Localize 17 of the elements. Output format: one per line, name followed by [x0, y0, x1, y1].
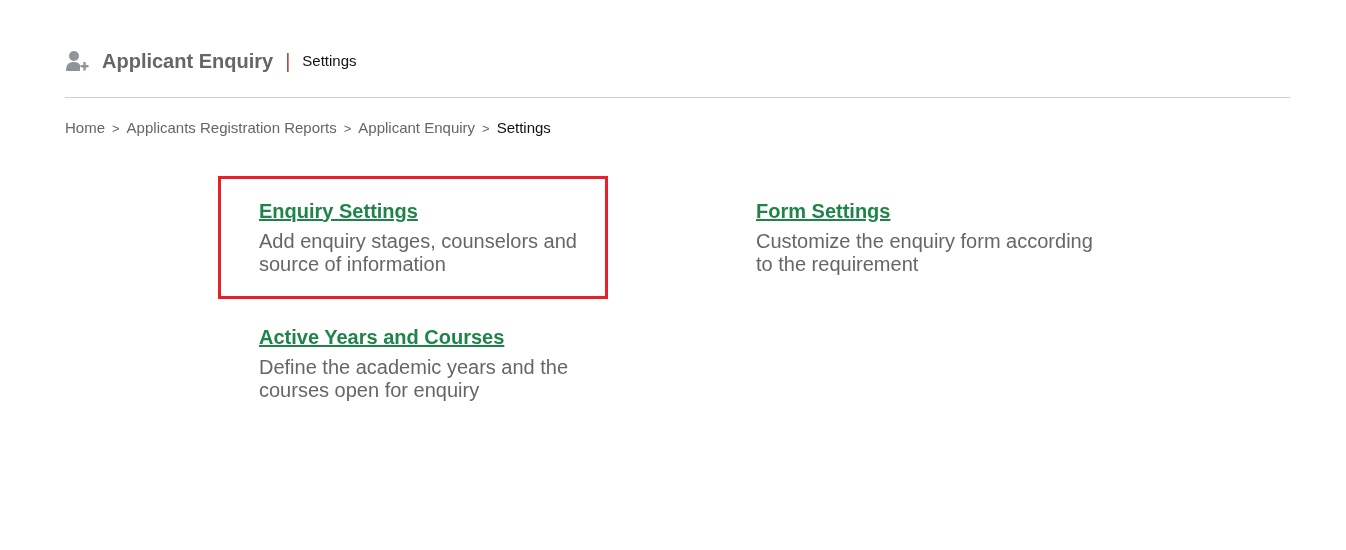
breadcrumb-current: Settings — [496, 118, 551, 138]
settings-link[interactable]: Form Settings — [756, 199, 891, 222]
breadcrumb-separator: > — [343, 119, 352, 138]
breadcrumb-separator: > — [112, 119, 120, 138]
breadcrumb-link[interactable]: Applicants Registration Reports — [126, 117, 337, 140]
settings-link[interactable]: Enquiry Settings — [259, 199, 418, 222]
settings-link[interactable]: Active Years and Courses — [259, 325, 505, 348]
user-add-icon — [65, 50, 89, 72]
settings-description: Add enquiry stages, counselors and source of information — [259, 229, 578, 276]
settings-description: Customize the enquiry form according to the requirement — [756, 229, 1094, 276]
title-divider: | — [285, 51, 291, 71]
breadcrumb-separator: > — [482, 119, 490, 138]
breadcrumb-link[interactable]: Applicant Enquiry — [358, 117, 476, 140]
page-subtitle: Settings — [302, 50, 357, 71]
page-title: Applicant Enquiry — [102, 49, 274, 74]
breadcrumb-link[interactable]: Home — [65, 117, 105, 140]
settings-description: Define the academic years and the courses open for enquiry — [259, 355, 570, 402]
